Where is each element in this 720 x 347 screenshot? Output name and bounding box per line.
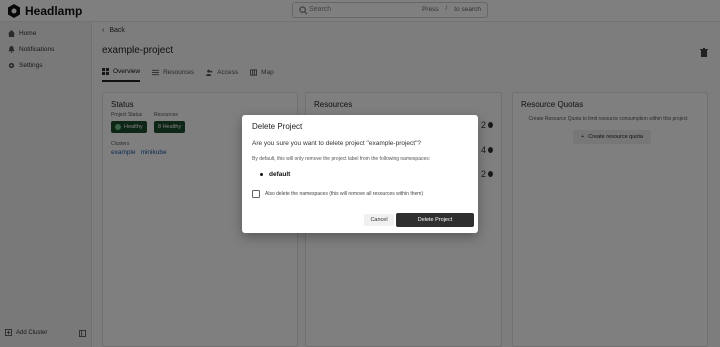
cancel-button[interactable]: Cancel bbox=[364, 214, 394, 226]
dialog-info: By default, this will only remove the pr… bbox=[252, 156, 431, 162]
dialog-title: Delete Project bbox=[252, 122, 303, 131]
delete-namespaces-option: Also delete the namespaces (this will re… bbox=[252, 190, 423, 198]
bullet-icon bbox=[260, 173, 263, 176]
delete-project-dialog: Delete Project Are you sure you want to … bbox=[242, 115, 478, 233]
delete-project-button[interactable]: Delete Project bbox=[396, 213, 474, 227]
delete-namespaces-checkbox[interactable] bbox=[252, 190, 260, 198]
namespace-list-item: default bbox=[260, 171, 290, 178]
delete-namespaces-label: Also delete the namespaces (this will re… bbox=[265, 191, 424, 197]
dialog-question: Are you sure you want to delete project … bbox=[252, 140, 422, 147]
